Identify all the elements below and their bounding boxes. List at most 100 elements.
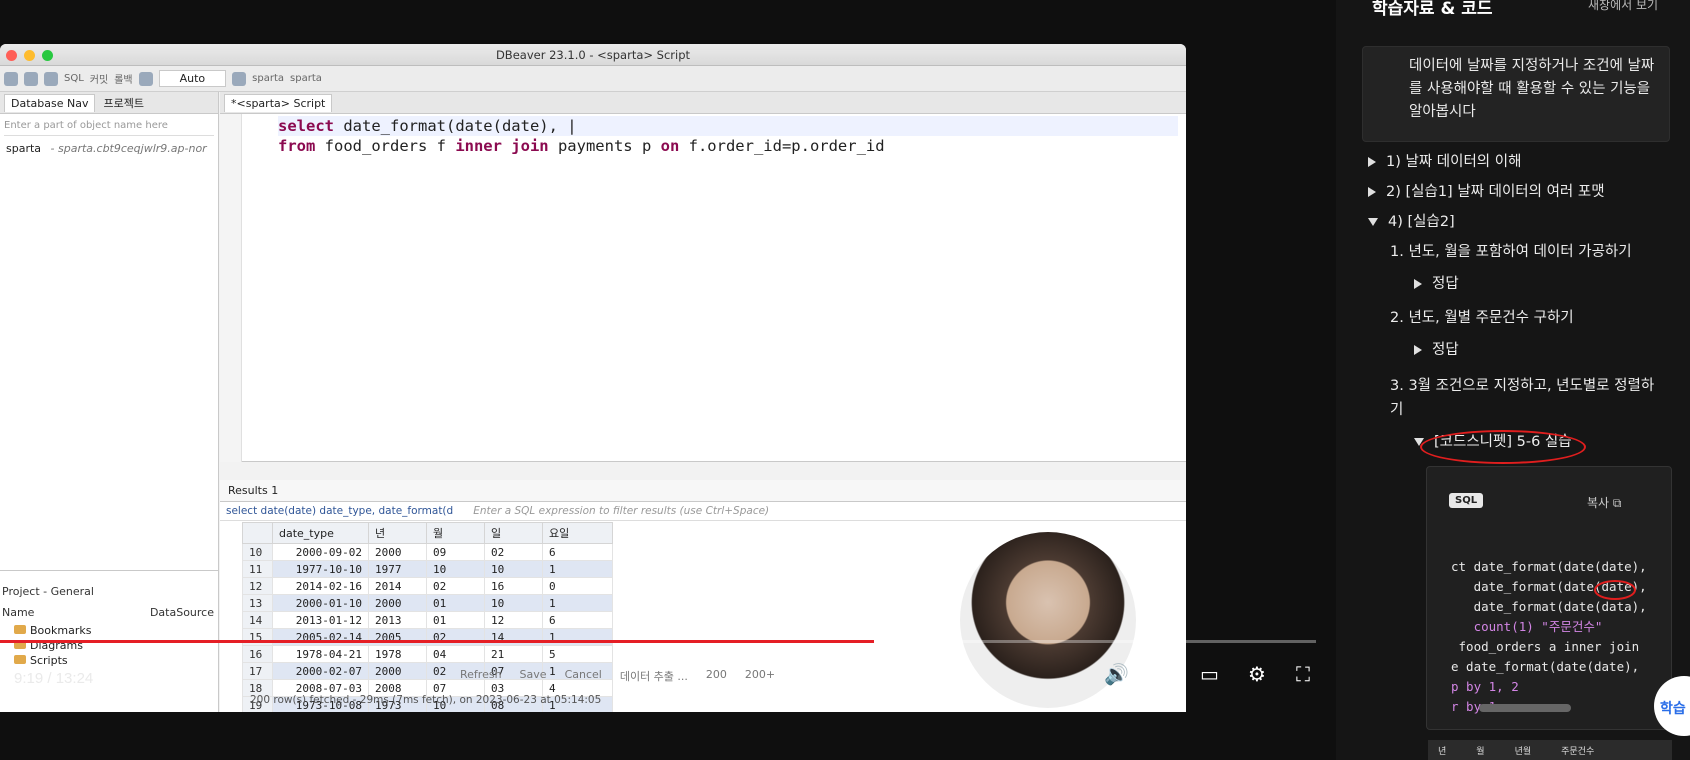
project-title[interactable]: Project - General <box>2 585 94 598</box>
connection-select[interactable]: sparta <box>252 73 284 84</box>
row-number[interactable]: 10 <box>242 543 273 561</box>
table-cell[interactable]: 6 <box>542 543 613 561</box>
row-number[interactable]: 11 <box>242 560 273 578</box>
table-cell[interactable]: 16 <box>484 577 543 595</box>
table-cell[interactable]: 1977 <box>368 560 427 578</box>
results-filter-bar: select date(date) date_type, date_format… <box>220 502 1186 521</box>
volume-icon[interactable]: 🔊 <box>1104 662 1130 688</box>
save-button[interactable]: Save <box>520 668 547 684</box>
fetch-more-button[interactable]: 200+ <box>745 668 775 684</box>
fetch-size-input[interactable]: 200 <box>706 668 727 684</box>
tab-script[interactable]: *<sparta> Script <box>224 93 333 112</box>
table-cell[interactable]: 02 <box>426 577 485 595</box>
table-cell[interactable]: 1978-04-21 <box>272 645 369 663</box>
refresh-button[interactable]: Refresh <box>460 668 502 684</box>
table-cell[interactable]: 2000 <box>368 543 427 561</box>
table-cell[interactable]: 2000-01-10 <box>272 594 369 612</box>
column-header[interactable]: date_type <box>272 522 369 544</box>
sql-code[interactable]: select date_format(date(date), | from fo… <box>278 116 1178 156</box>
row-number[interactable]: 16 <box>242 645 273 663</box>
table-row[interactable]: 13 2000-01-10 2000 01 10 1 <box>242 594 613 612</box>
table-cell[interactable]: 01 <box>426 594 485 612</box>
rollback-button[interactable]: 롤백 <box>114 71 132 86</box>
sql-button[interactable]: SQL <box>64 73 84 84</box>
snippet-code[interactable]: ct date_format(date(date), date_format(d… <box>1451 537 1647 717</box>
progress-bar[interactable] <box>0 640 1316 643</box>
results-filter-input[interactable]: Enter a SQL expression to filter results… <box>473 505 769 517</box>
table-cell[interactable]: 2014-02-16 <box>272 577 369 595</box>
lock-icon[interactable] <box>138 71 153 86</box>
tab-project[interactable]: 프로젝트 <box>103 95 143 111</box>
commit-button[interactable]: 커밋 <box>90 71 108 86</box>
table-cell[interactable]: 2013 <box>368 611 427 629</box>
connect-icon[interactable] <box>24 71 38 86</box>
schema-select[interactable]: sparta <box>290 73 322 84</box>
table-cell[interactable]: 04 <box>426 645 485 663</box>
subtitles-icon[interactable]: ▭ <box>1200 662 1226 688</box>
project-item[interactable]: Bookmarks <box>0 623 218 638</box>
fullscreen-icon[interactable]: ⛶ <box>1296 662 1322 688</box>
toggle-answer[interactable]: 정답 <box>1414 340 1459 360</box>
row-number[interactable]: 12 <box>242 577 273 595</box>
open-new-window-link[interactable]: 새창에서 보기 <box>1588 0 1658 13</box>
main-toolbar: SQL 커밋 롤백 Auto sparta sparta <box>0 66 1186 92</box>
video-player[interactable]: DBeaver 23.1.0 - <sparta> Script SQL 커밋 … <box>0 0 1336 760</box>
row-number[interactable]: 17 <box>242 662 273 680</box>
horizontal-scrollbar[interactable] <box>1479 704 1571 712</box>
close-window-icon[interactable] <box>6 50 17 61</box>
speed-indicator[interactable]: 1.25 <box>1152 662 1179 688</box>
table-cell[interactable]: 1 <box>542 560 613 578</box>
table-row[interactable]: 12 2014-02-16 2014 02 16 0 <box>242 577 613 595</box>
tree-item-sparta[interactable]: sparta <box>6 142 41 155</box>
table-cell[interactable]: 1978 <box>368 645 427 663</box>
toc-item[interactable]: 4) [실습2] <box>1368 212 1455 232</box>
column-header[interactable]: 일 <box>484 522 543 544</box>
object-filter-input[interactable]: Enter a part of object name here <box>4 120 214 136</box>
table-row[interactable]: 10 2000-09-02 2000 09 02 6 <box>242 543 613 561</box>
table-cell[interactable]: 2000-09-02 <box>272 543 369 561</box>
transaction-mode-select[interactable]: Auto <box>158 70 227 87</box>
table-cell[interactable]: 2000 <box>368 594 427 612</box>
project-item[interactable]: Scripts <box>0 653 218 668</box>
table-cell[interactable]: 21 <box>484 645 543 663</box>
table-cell[interactable]: 2013-01-12 <box>272 611 369 629</box>
history-icon[interactable] <box>232 71 247 86</box>
table-cell[interactable]: 2014 <box>368 577 427 595</box>
table-row[interactable]: 11 1977-10-10 1977 10 10 1 <box>242 560 613 578</box>
sql-editor[interactable]: *<sparta> Script select date_format(date… <box>220 92 1186 462</box>
table-cell[interactable]: 2000 <box>368 662 427 680</box>
table-cell[interactable]: 09 <box>426 543 485 561</box>
minimize-window-icon[interactable] <box>24 50 35 61</box>
table-cell[interactable]: 1 <box>542 594 613 612</box>
column-header[interactable]: 월 <box>426 522 485 544</box>
table-cell[interactable]: 1977-10-10 <box>272 560 369 578</box>
table-cell[interactable]: 02 <box>484 543 543 561</box>
table-cell[interactable]: 10 <box>484 594 543 612</box>
table-cell[interactable]: 2000-02-07 <box>272 662 369 680</box>
table-row[interactable]: 16 1978-04-21 1978 04 21 5 <box>242 645 613 663</box>
maximize-window-icon[interactable] <box>42 50 53 61</box>
toggle-answer[interactable]: 정답 <box>1414 274 1459 294</box>
toc-item[interactable]: 1) 날짜 데이터의 이해 <box>1368 152 1521 172</box>
export-button[interactable]: 데이터 추출 ... <box>620 668 688 684</box>
table-cell[interactable]: 10 <box>484 560 543 578</box>
tab-database-nav[interactable]: Database Nav <box>4 93 96 112</box>
table-cell[interactable]: 5 <box>542 645 613 663</box>
new-connection-icon[interactable] <box>4 71 18 86</box>
table-cell[interactable]: 12 <box>484 611 543 629</box>
table-cell[interactable]: 10 <box>426 560 485 578</box>
table-cell[interactable]: 0 <box>542 577 613 595</box>
cancel-button[interactable]: Cancel <box>565 668 602 684</box>
toc-item[interactable]: 2) [실습1] 날짜 데이터의 여러 포맷 <box>1368 182 1605 202</box>
tab-results[interactable]: Results 1 <box>220 480 1186 502</box>
row-number[interactable]: 13 <box>242 594 273 612</box>
copy-button[interactable]: 복사 ⧉ <box>1587 494 1621 511</box>
gear-icon[interactable]: ⚙ <box>1248 662 1274 688</box>
table-cell[interactable]: 01 <box>426 611 485 629</box>
column-header[interactable]: 년 <box>368 522 427 544</box>
disconnect-icon[interactable] <box>44 71 58 86</box>
table-row[interactable]: 14 2013-01-12 2013 01 12 6 <box>242 611 613 629</box>
row-number[interactable]: 14 <box>242 611 273 629</box>
column-header[interactable]: 요일 <box>542 522 613 544</box>
table-cell[interactable]: 6 <box>542 611 613 629</box>
